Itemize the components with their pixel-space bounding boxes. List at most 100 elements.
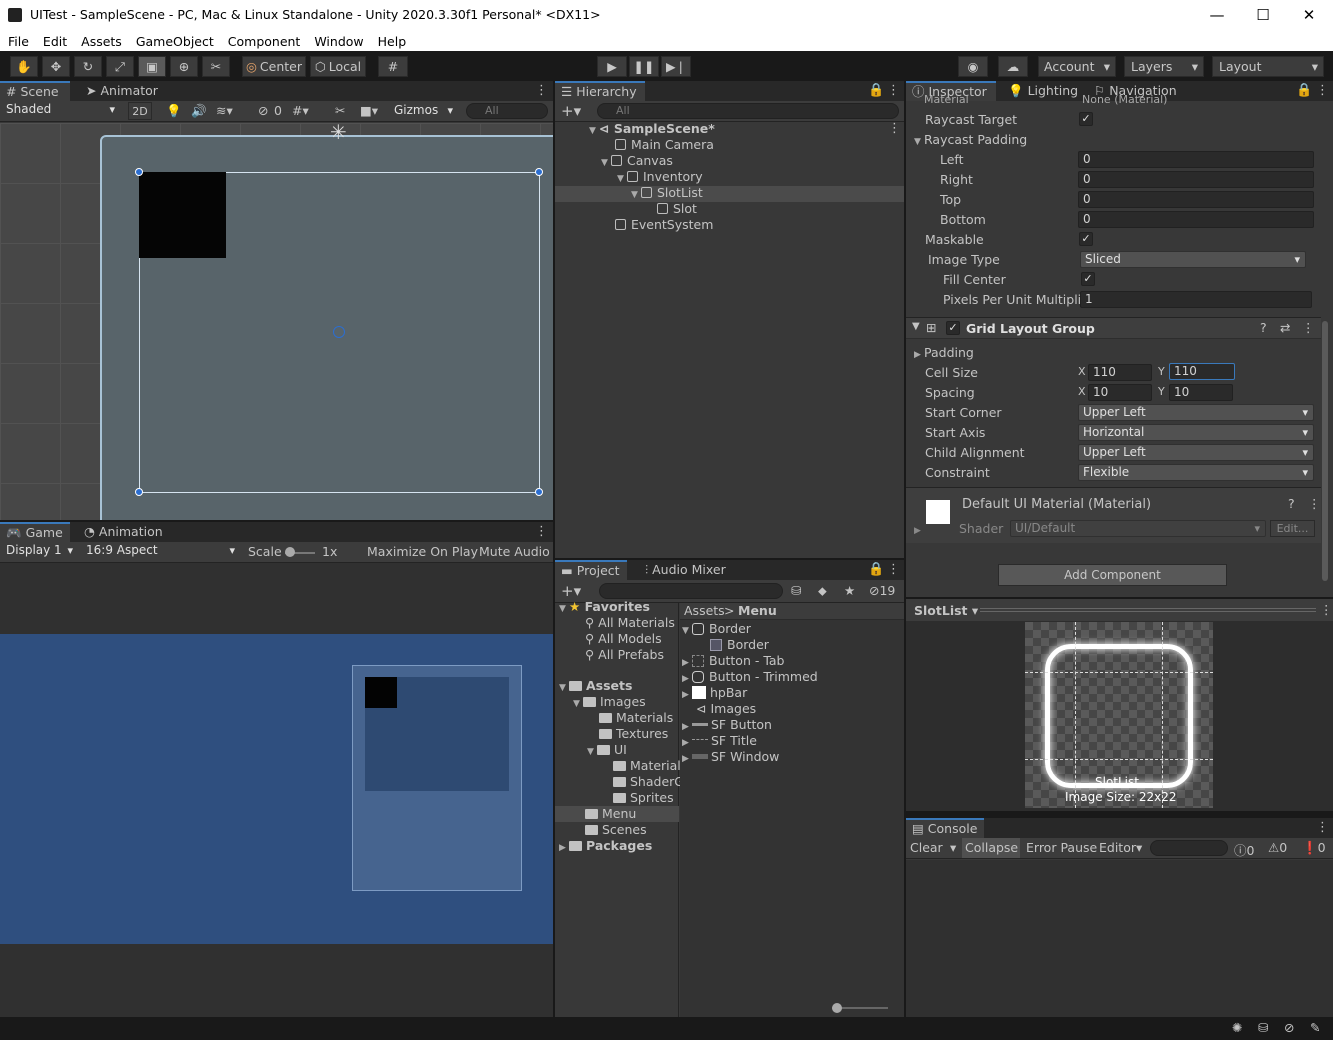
- tab-animator[interactable]: ➤ Animator: [80, 81, 164, 101]
- left-field[interactable]: 0: [1078, 151, 1314, 168]
- scene-options-icon[interactable]: ⋮: [888, 121, 901, 136]
- add-component-button[interactable]: Add Component: [998, 564, 1227, 586]
- constraint-dropdown[interactable]: Flexible: [1078, 464, 1314, 481]
- slot-rect[interactable]: [139, 172, 226, 258]
- file-item[interactable]: ▶ Button - Tab: [682, 653, 785, 669]
- error-count[interactable]: ❗0: [1302, 840, 1326, 856]
- file-item[interactable]: ▶ SF Title: [682, 733, 757, 749]
- padding-foldout[interactable]: ▶ Padding: [914, 345, 974, 360]
- aspect-dropdown[interactable]: 16:9 Aspect: [82, 543, 240, 560]
- rect-tool-icon[interactable]: ▣: [138, 56, 166, 77]
- grid-layout-header[interactable]: ▼ ⊞ ✓ Grid Layout Group ? ⇄ ⋮: [906, 317, 1321, 339]
- slice-guide[interactable]: [1025, 672, 1213, 673]
- file-item[interactable]: Border: [710, 637, 769, 653]
- packages-folder[interactable]: ▶ Packages: [559, 838, 652, 854]
- file-item[interactable]: ▶ hpBar: [682, 685, 747, 701]
- more-options-icon[interactable]: ⋮: [535, 524, 548, 539]
- anchor-icon[interactable]: ✳: [330, 120, 347, 144]
- tab-animation[interactable]: ◔ Animation: [78, 522, 169, 542]
- info-count[interactable]: ⓘ0: [1234, 840, 1254, 859]
- cell-size-y-field[interactable]: 110: [1169, 363, 1235, 380]
- menu-edit[interactable]: Edit: [43, 34, 67, 49]
- transform-tool-icon[interactable]: ⊕: [170, 56, 198, 77]
- collab-icon[interactable]: ◉: [958, 56, 988, 77]
- material-value[interactable]: None (Material): [1082, 93, 1167, 106]
- inspector-scrollbar[interactable]: [1322, 321, 1328, 581]
- file-item[interactable]: ▶ SF Button: [682, 717, 772, 733]
- close-button[interactable]: ✕: [1286, 4, 1332, 26]
- 2d-toggle[interactable]: 2D: [128, 102, 152, 120]
- tab-game[interactable]: 🎮 Game: [0, 522, 70, 542]
- scene-viewport[interactable]: ✳: [0, 120, 553, 520]
- search-by-type-icon[interactable]: ⛁: [791, 583, 801, 598]
- favorite-item[interactable]: ⚲ All Prefabs: [585, 647, 664, 663]
- grid-toggle-icon[interactable]: #▾: [292, 103, 309, 118]
- slice-guide[interactable]: [1025, 759, 1213, 760]
- favorite-item[interactable]: ⚲ All Models: [585, 631, 662, 647]
- lock-icon[interactable]: 🔒: [1296, 83, 1312, 98]
- breadcrumb-menu[interactable]: Menu: [738, 603, 777, 618]
- foldout-arrow-icon[interactable]: ▼: [912, 321, 920, 332]
- right-field[interactable]: 0: [1078, 171, 1314, 188]
- hidden-packages-icon[interactable]: ⊘19: [869, 583, 895, 598]
- help-icon[interactable]: ?: [1288, 496, 1295, 511]
- rotate-tool-icon[interactable]: ↻: [74, 56, 102, 77]
- hierarchy-item[interactable]: ▼ SlotList: [631, 185, 703, 201]
- shading-dropdown[interactable]: Shaded: [2, 102, 120, 119]
- maximize-on-play-toggle[interactable]: Maximize On Play: [367, 544, 478, 559]
- foldout-arrow-icon[interactable]: ▶: [914, 526, 921, 536]
- grid-snap-icon[interactable]: #: [378, 56, 408, 77]
- warning-count[interactable]: ⚠0: [1268, 840, 1287, 855]
- lock-icon[interactable]: 🔒: [868, 83, 884, 98]
- folder-item[interactable]: Scenes: [585, 822, 647, 838]
- file-item[interactable]: ▶ SF Window: [682, 749, 779, 765]
- breadcrumb-assets[interactable]: Assets: [684, 603, 725, 618]
- play-button[interactable]: ▶: [597, 56, 627, 77]
- folder-item[interactable]: Materials: [599, 710, 673, 726]
- tab-hierarchy[interactable]: ☰ Hierarchy: [555, 81, 645, 101]
- game-viewport[interactable]: [0, 634, 553, 944]
- icon-size-slider-thumb[interactable]: [832, 1003, 842, 1013]
- clear-options-icon[interactable]: ▾: [950, 840, 956, 855]
- cache-icon[interactable]: ⛁: [1258, 1020, 1268, 1035]
- cloud-icon[interactable]: ☁: [998, 56, 1028, 77]
- component-menu-icon[interactable]: ⋮: [1308, 496, 1321, 511]
- camera-icon[interactable]: ■▾: [360, 103, 378, 118]
- more-options-icon[interactable]: ⋮: [1320, 602, 1333, 617]
- rect-handle[interactable]: [135, 168, 143, 176]
- step-button[interactable]: ▶❘: [661, 56, 691, 77]
- tab-scene[interactable]: # Scene: [0, 81, 70, 101]
- pivot-center-button[interactable]: ◎ Center: [242, 56, 306, 77]
- preview-drag-handle[interactable]: [980, 608, 1316, 612]
- audio-icon[interactable]: 🔊: [191, 103, 207, 119]
- cell-size-x-field[interactable]: 110: [1088, 364, 1152, 381]
- more-options-icon[interactable]: ⋮: [887, 83, 900, 98]
- child-alignment-dropdown[interactable]: Upper Left: [1078, 444, 1314, 461]
- add-icon[interactable]: +▾: [561, 582, 581, 600]
- move-tool-icon[interactable]: ✥: [42, 56, 70, 77]
- menu-window[interactable]: Window: [314, 34, 363, 49]
- maskable-checkbox[interactable]: ✓: [1079, 232, 1093, 246]
- preset-icon[interactable]: ⇄: [1280, 320, 1290, 335]
- more-options-icon[interactable]: ⋮: [887, 562, 900, 577]
- file-item[interactable]: ⊲ Images: [696, 701, 756, 717]
- rect-handle[interactable]: [535, 168, 543, 176]
- folder-item[interactable]: ▼ UI: [587, 742, 627, 758]
- hierarchy-item[interactable]: Slot: [657, 201, 697, 217]
- top-field[interactable]: 0: [1078, 191, 1314, 208]
- hidden-objects-icon[interactable]: ⊘: [258, 103, 268, 118]
- folder-item-selected[interactable]: Menu: [585, 806, 636, 822]
- image-type-dropdown[interactable]: Sliced: [1080, 251, 1306, 268]
- mute-audio-toggle[interactable]: Mute Audio: [479, 544, 550, 559]
- menu-assets[interactable]: Assets: [81, 34, 122, 49]
- custom-tool-icon[interactable]: ✂: [202, 56, 230, 77]
- shader-dropdown[interactable]: UI/Default: [1010, 520, 1266, 537]
- layers-dropdown[interactable]: Layers ▾: [1124, 56, 1204, 77]
- slice-guide[interactable]: [1162, 622, 1163, 808]
- error-pause-toggle[interactable]: Error Pause: [1026, 840, 1097, 855]
- editor-dropdown[interactable]: Editor▾: [1099, 840, 1142, 855]
- help-icon[interactable]: ?: [1260, 320, 1267, 335]
- hierarchy-item[interactable]: ▼ Inventory: [617, 169, 703, 185]
- more-options-icon[interactable]: ⋮: [1316, 820, 1329, 835]
- more-options-icon[interactable]: ⋮: [1316, 83, 1329, 98]
